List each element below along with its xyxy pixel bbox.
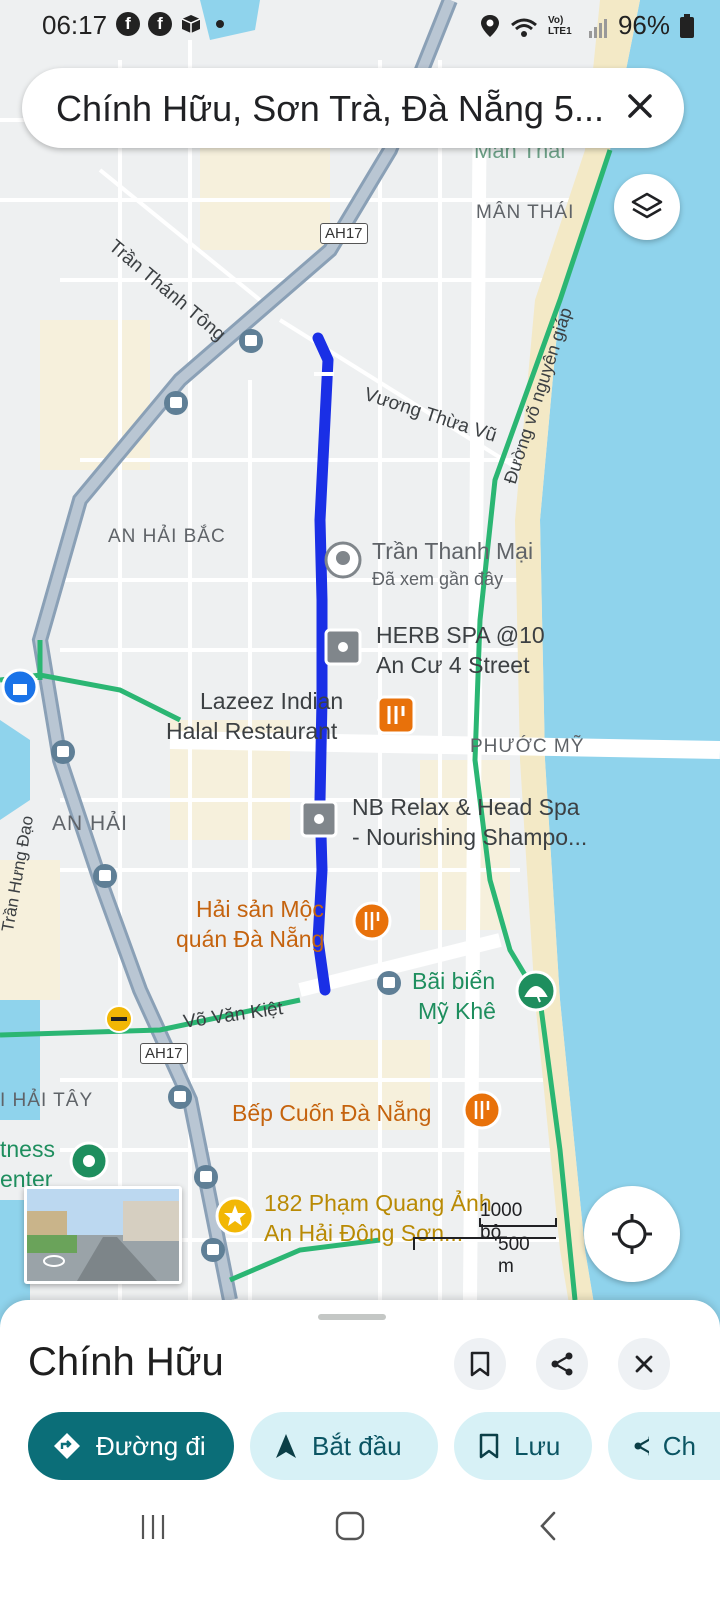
directions-button[interactable]: Đường đi	[28, 1412, 234, 1480]
directions-label: Đường đi	[96, 1430, 206, 1461]
share-icon	[634, 1436, 649, 1456]
layers-icon	[631, 192, 663, 219]
close-icon	[635, 1355, 653, 1373]
place-title: Chính Hữu	[28, 1340, 224, 1384]
battery-icon	[680, 13, 694, 38]
bus-stop-icon[interactable]	[194, 1165, 218, 1189]
recent-place-pin-icon[interactable]	[324, 541, 362, 579]
close-sheet-button[interactable]	[618, 1338, 670, 1390]
area-label-an-hai-tay: I HẢI TÂY	[0, 1090, 94, 1111]
directions-icon	[54, 1433, 80, 1459]
back-button[interactable]	[536, 1510, 560, 1542]
start-label: Bắt đầu	[312, 1430, 402, 1461]
place-label-herb-spa[interactable]: HERB SPA @10	[376, 620, 545, 650]
place-label-fitness[interactable]: tness	[0, 1134, 55, 1164]
bus-stop-icon[interactable]	[377, 971, 401, 995]
highway-shield-ah17: AH17	[140, 1043, 188, 1064]
bus-stop-icon[interactable]	[164, 391, 188, 415]
restaurant-pin-icon[interactable]	[376, 695, 416, 735]
navigation-arrow-icon	[276, 1434, 296, 1458]
bus-stop-icon[interactable]	[93, 864, 117, 888]
facebook-icon: f	[148, 12, 172, 36]
search-query-text[interactable]: Chính Hữu, Sơn Trà, Đà Nẵng 5...	[56, 88, 604, 130]
beach-pin-icon[interactable]	[515, 970, 557, 1012]
share-place-button[interactable]	[536, 1338, 588, 1390]
share-icon	[551, 1352, 573, 1376]
place-label-bai-bien-line2[interactable]: Mỹ Khê	[418, 996, 496, 1026]
bookmark-icon	[470, 1351, 490, 1377]
spa-pin-icon[interactable]	[324, 628, 362, 666]
place-label-bep-cuon[interactable]: Bếp Cuốn Đà Nẵng	[232, 1098, 431, 1128]
map-canvas[interactable]	[0, 0, 720, 1340]
bookmark-icon	[479, 1433, 499, 1459]
wifi-icon	[510, 15, 538, 37]
place-label-nb-relax-line2[interactable]: - Nourishing Shampo...	[352, 822, 587, 852]
start-navigation-button[interactable]: Bắt đầu	[250, 1412, 438, 1480]
area-label-an-hai-bac: AN HẢI BẮC	[108, 526, 226, 547]
rotate-360-icon	[41, 1247, 67, 1273]
volte-icon: Vo) LTE1	[547, 14, 572, 37]
place-label-hai-san[interactable]: Hải sản Mộc	[196, 894, 324, 924]
dot-icon	[216, 20, 224, 28]
recent-apps-button[interactable]	[138, 1512, 168, 1542]
toll-icon	[105, 1005, 133, 1033]
bus-stop-icon[interactable]	[168, 1085, 192, 1109]
share-label: Ch	[662, 1430, 696, 1461]
status-bar: 06:17 f f Vo) LTE1 96%	[0, 0, 720, 52]
search-bar[interactable]: Chính Hữu, Sơn Trà, Đà Nẵng 5...	[22, 68, 684, 148]
place-label-tran-thanh-mai[interactable]: Trần Thanh Mại	[372, 536, 533, 566]
place-sublabel-recent: Đã xem gần đây	[372, 569, 504, 589]
home-icon	[335, 1511, 365, 1541]
area-label-phuoc-my: PHƯỚC MỸ	[470, 736, 585, 757]
highway-shield-ah17: AH17	[320, 223, 368, 244]
save-button[interactable]: Lưu	[454, 1412, 592, 1480]
box-icon	[180, 13, 202, 35]
recents-icon	[141, 1515, 165, 1539]
place-label-bai-bien[interactable]: Bãi biển	[412, 966, 495, 996]
close-icon[interactable]	[618, 84, 662, 128]
place-label-lazeez[interactable]: Lazeez Indian	[200, 686, 343, 716]
shopping-pin-icon[interactable]	[1, 668, 39, 706]
restaurant-pin-icon[interactable]	[352, 901, 392, 941]
place-label-lazeez-line2[interactable]: Halal Restaurant	[166, 716, 337, 746]
battery-percent: 96%	[617, 10, 670, 40]
spa-pin-icon[interactable]	[300, 800, 338, 838]
sheet-drag-handle[interactable]	[318, 1314, 386, 1320]
back-icon	[540, 1511, 556, 1541]
save-place-button[interactable]	[454, 1338, 506, 1390]
star-pin-icon[interactable]	[215, 1196, 255, 1236]
save-label: Lưu	[514, 1430, 561, 1461]
system-navigation-bar	[0, 1486, 720, 1600]
street-view-thumbnail[interactable]	[24, 1186, 182, 1284]
location-icon	[480, 14, 500, 38]
fitness-pin-icon[interactable]	[69, 1141, 109, 1181]
restaurant-pin-icon[interactable]	[462, 1090, 502, 1130]
facebook-icon: f	[116, 12, 140, 36]
place-label-nb-relax[interactable]: NB Relax & Head Spa	[352, 792, 580, 822]
bus-stop-icon[interactable]	[201, 1238, 225, 1262]
share-button[interactable]: Ch	[608, 1412, 720, 1480]
area-label-an-hai: AN HẢI	[52, 812, 129, 835]
scale-metric: 500 m	[498, 1234, 530, 1277]
home-button[interactable]	[334, 1510, 366, 1542]
place-label-herb-spa-line2[interactable]: An Cư 4 Street	[376, 650, 529, 680]
my-location-button[interactable]	[584, 1186, 680, 1282]
status-time: 06:17	[42, 10, 108, 40]
place-label-hai-san-line2[interactable]: quán Đà Nẵng	[176, 924, 324, 954]
bus-stop-icon[interactable]	[51, 740, 75, 764]
crosshair-icon	[612, 1214, 652, 1254]
layers-button[interactable]	[614, 174, 680, 240]
signal-icon	[588, 15, 608, 38]
area-label-man-thai: MÂN THÁI	[476, 202, 575, 223]
bus-stop-icon[interactable]	[239, 329, 263, 353]
